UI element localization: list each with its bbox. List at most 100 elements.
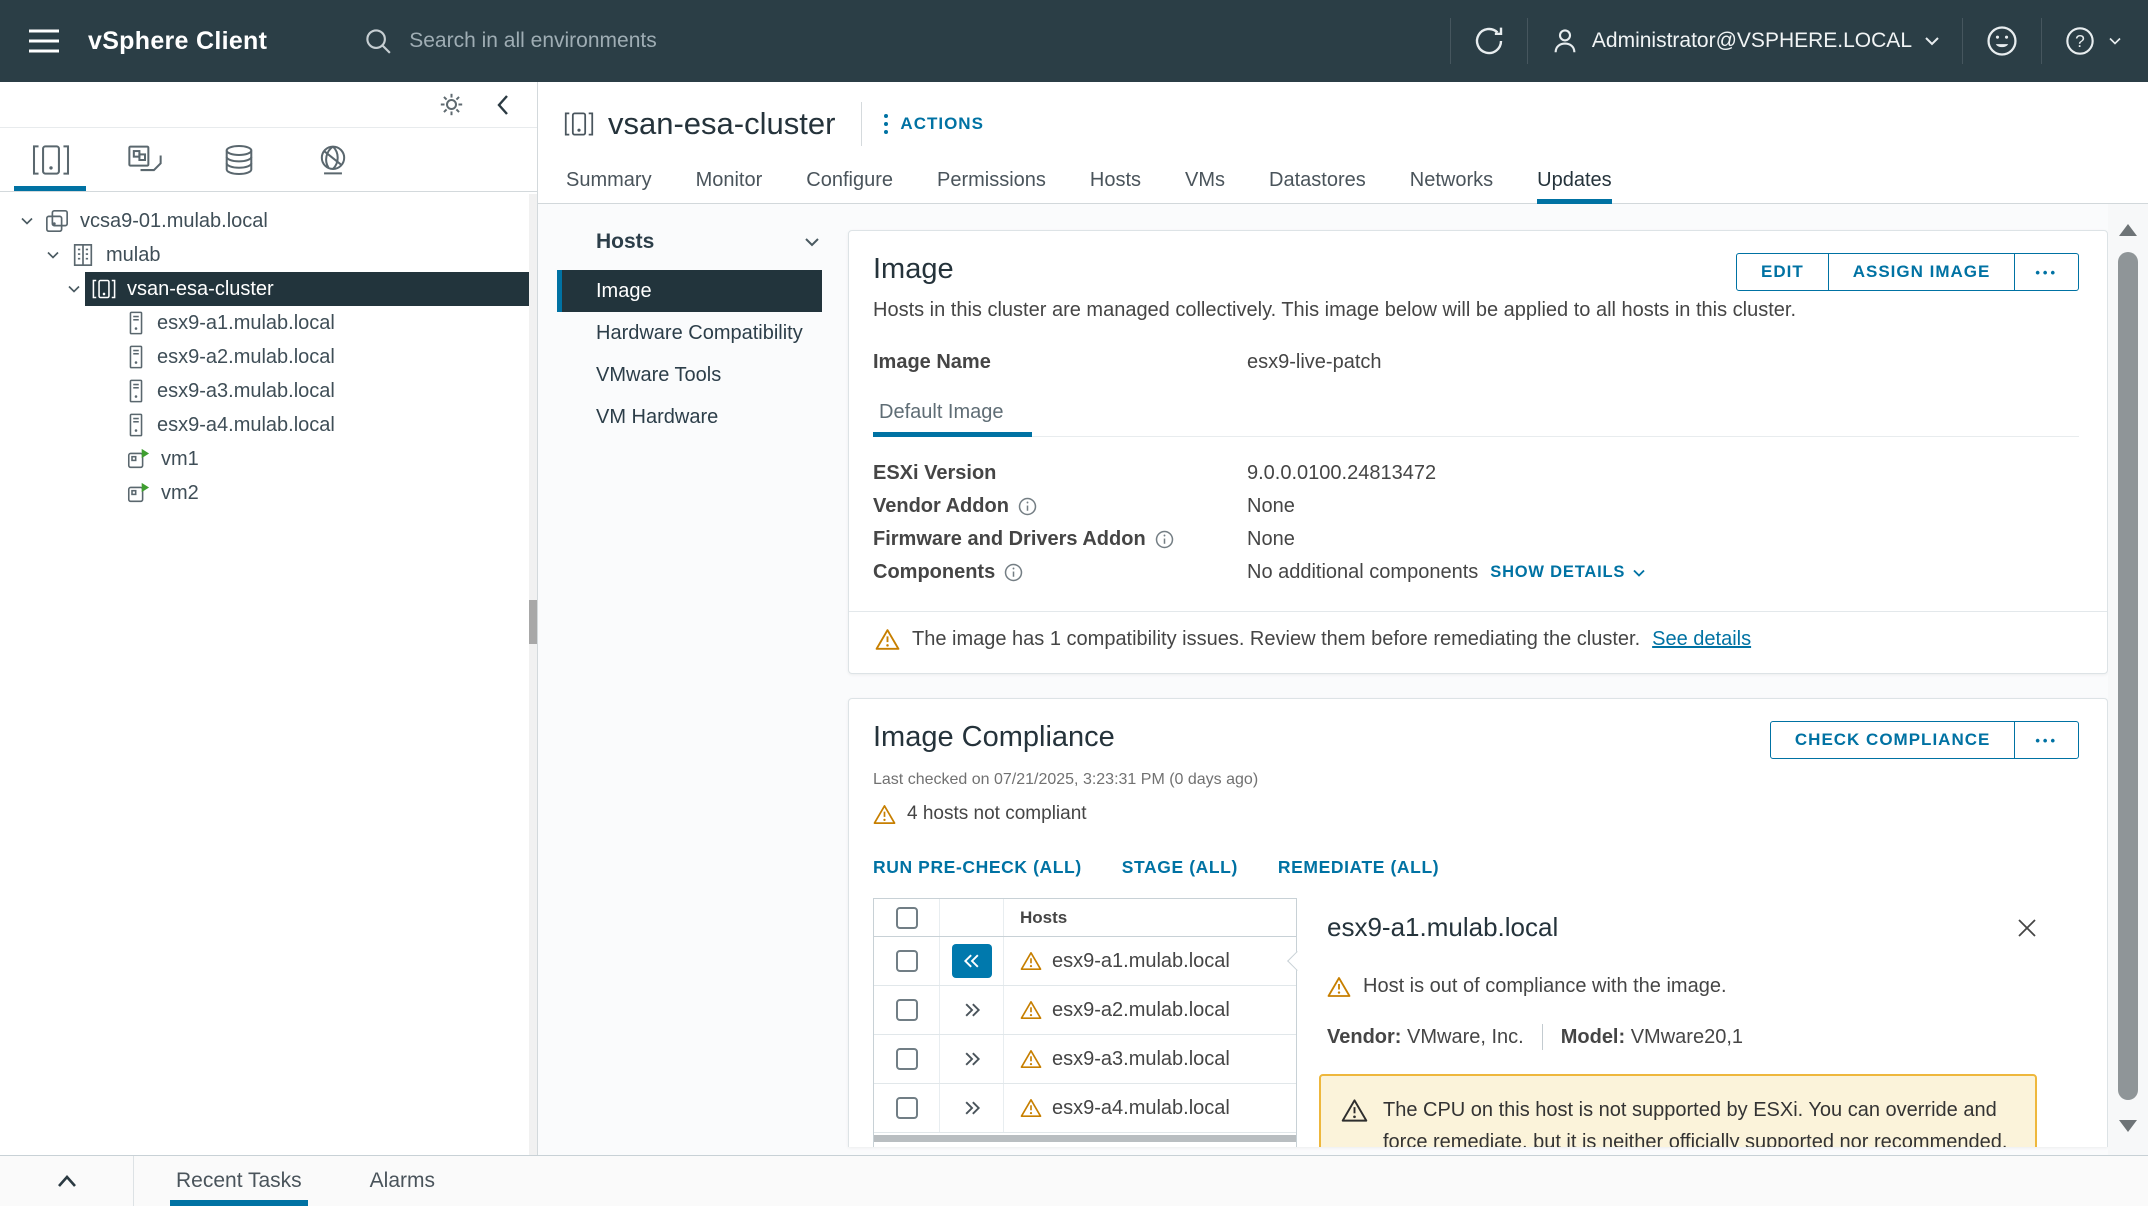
warning-icon (1341, 1098, 1368, 1147)
inventory-tree: vcsa9-01.mulab.local mulab vsan-esa-clus… (0, 192, 537, 510)
subnav-item-hardware-compatibility[interactable]: Hardware Compatibility (557, 312, 822, 354)
tab-updates[interactable]: Updates (1537, 158, 1612, 203)
subnav-item-vmware-tools[interactable]: VMware Tools (557, 354, 822, 396)
see-details-link[interactable]: See details (1652, 628, 1751, 651)
image-card-title: Image (873, 253, 954, 286)
cluster-icon (92, 278, 116, 300)
more-actions-button[interactable]: ••• (2014, 254, 2078, 290)
hamburger-menu-icon[interactable] (0, 0, 88, 82)
svg-text:?: ? (2075, 31, 2085, 51)
vertical-ellipsis-icon (884, 114, 888, 134)
tab-vms[interactable]: VMs (1185, 158, 1225, 203)
main-scrollbar[interactable] (2108, 204, 2148, 1155)
tab-storage[interactable] (192, 128, 286, 191)
inventory-scrollbar[interactable] (529, 194, 537, 1155)
table-horizontal-scrollbar-thumb[interactable] (874, 1135, 1296, 1142)
gear-icon[interactable] (438, 91, 465, 118)
tab-default-image[interactable]: Default Image (873, 401, 1032, 436)
chevron-down-icon[interactable] (42, 250, 64, 260)
table-row[interactable]: esx9-a4.mulab.local (874, 1084, 1296, 1133)
run-pre-check-all-link[interactable]: RUN PRE-CHECK (ALL) (873, 857, 1082, 878)
tab-alarms[interactable]: Alarms (364, 1156, 441, 1206)
expand-row-button[interactable] (952, 1042, 992, 1076)
image-name-label: Image Name (873, 351, 1247, 374)
row-checkbox[interactable] (896, 1097, 918, 1119)
tab-hosts-and-clusters[interactable] (4, 128, 98, 191)
chevron-down-icon[interactable] (16, 216, 38, 226)
tree-item-vm[interactable]: vm2 (0, 476, 537, 510)
inventory-scrollbar-thumb[interactable] (529, 600, 537, 644)
chevron-down-icon[interactable] (63, 284, 85, 294)
subnav-group-hosts[interactable]: Hosts (596, 230, 820, 254)
firmware-addon-label: Firmware and Drivers Addon (873, 528, 1146, 551)
tab-monitor[interactable]: Monitor (696, 158, 763, 203)
esxi-version-value: 9.0.0.0100.24813472 (1247, 462, 1436, 485)
assign-image-button[interactable]: ASSIGN IMAGE (1828, 254, 2015, 290)
host-icon (126, 311, 146, 335)
tree-item-host[interactable]: esx9-a2.mulab.local (0, 340, 537, 374)
subnav-item-vm-hardware[interactable]: VM Hardware (557, 396, 822, 438)
host-icon (126, 413, 146, 437)
collapse-row-button[interactable] (952, 944, 992, 978)
esxi-version-label: ESXi Version (873, 462, 996, 485)
tree-item-vcenter[interactable]: vcsa9-01.mulab.local (0, 204, 537, 238)
collapse-panel-icon[interactable] (495, 94, 511, 116)
tab-networks[interactable]: Networks (1410, 158, 1493, 203)
feedback-smiley-icon[interactable] (1985, 24, 2019, 58)
tab-summary[interactable]: Summary (566, 158, 652, 203)
row-checkbox[interactable] (896, 1048, 918, 1070)
cpu-warning-alert: The CPU on this host is not supported by… (1319, 1074, 2037, 1147)
table-row[interactable]: esx9-a1.mulab.local (874, 937, 1296, 986)
check-compliance-button[interactable]: CHECK COMPLIANCE (1771, 722, 2014, 758)
tree-item-vm[interactable]: vm1 (0, 442, 537, 476)
main-scrollbar-thumb[interactable] (2118, 252, 2138, 1100)
search-input[interactable] (409, 29, 839, 53)
expand-row-button[interactable] (952, 993, 992, 1027)
refresh-button[interactable] (1473, 25, 1505, 57)
tab-networking[interactable] (286, 128, 380, 191)
tab-vms-and-templates[interactable] (98, 128, 192, 191)
tree-item-host[interactable]: esx9-a4.mulab.local (0, 408, 537, 442)
image-compliance-card: Image Compliance CHECK COMPLIANCE ••• La… (848, 698, 2108, 1147)
expand-row-button[interactable] (952, 1091, 992, 1125)
close-icon[interactable] (2015, 916, 2039, 940)
actions-button[interactable]: ACTIONS (884, 114, 984, 134)
help-menu[interactable]: ? (2064, 25, 2122, 57)
tab-configure[interactable]: Configure (806, 158, 893, 203)
more-actions-button[interactable]: ••• (2014, 722, 2078, 758)
expand-tasks-pane-button[interactable] (0, 1156, 134, 1206)
default-image-tab-bar: Default Image (873, 401, 2079, 437)
user-name: Administrator@VSPHERE.LOCAL (1592, 29, 1912, 53)
show-details-button[interactable]: SHOW DETAILS (1490, 563, 1646, 582)
scroll-down-arrow[interactable] (2119, 1120, 2137, 1132)
scroll-up-arrow[interactable] (2119, 224, 2137, 236)
image-name-value: esx9-live-patch (1247, 351, 1382, 374)
table-row[interactable]: esx9-a3.mulab.local (874, 1035, 1296, 1084)
edit-button[interactable]: EDIT (1737, 254, 1828, 290)
subnav-item-image[interactable]: Image (557, 270, 822, 312)
tree-item-label: vm1 (161, 448, 199, 471)
tree-item-label: vcsa9-01.mulab.local (80, 210, 268, 233)
warning-icon (875, 628, 900, 651)
cards-column: Image EDIT ASSIGN IMAGE ••• Hosts in thi… (840, 204, 2108, 1155)
remediate-all-link[interactable]: REMEDIATE (ALL) (1278, 857, 1439, 878)
table-horizontal-scrollbar[interactable] (874, 1133, 1296, 1144)
row-checkbox[interactable] (896, 950, 918, 972)
tree-item-datacenter[interactable]: mulab (0, 238, 537, 272)
info-icon[interactable] (1004, 563, 1023, 582)
stage-all-link[interactable]: STAGE (ALL) (1122, 857, 1238, 878)
info-icon[interactable] (1018, 497, 1037, 516)
user-menu[interactable]: Administrator@VSPHERE.LOCAL (1550, 26, 1940, 56)
tree-item-host[interactable]: esx9-a3.mulab.local (0, 374, 537, 408)
tree-item-host[interactable]: esx9-a1.mulab.local (0, 306, 537, 340)
host-detail-panel: esx9-a1.mulab.local Host is out of compl… (1297, 898, 2079, 1147)
select-all-checkbox[interactable] (896, 907, 918, 929)
tab-permissions[interactable]: Permissions (937, 158, 1046, 203)
tree-item-cluster[interactable]: vsan-esa-cluster (0, 272, 537, 306)
table-row[interactable]: esx9-a2.mulab.local (874, 986, 1296, 1035)
tab-datastores[interactable]: Datastores (1269, 158, 1366, 203)
tab-recent-tasks[interactable]: Recent Tasks (170, 1156, 308, 1206)
row-checkbox[interactable] (896, 999, 918, 1021)
info-icon[interactable] (1155, 530, 1174, 549)
tab-hosts[interactable]: Hosts (1090, 158, 1141, 203)
